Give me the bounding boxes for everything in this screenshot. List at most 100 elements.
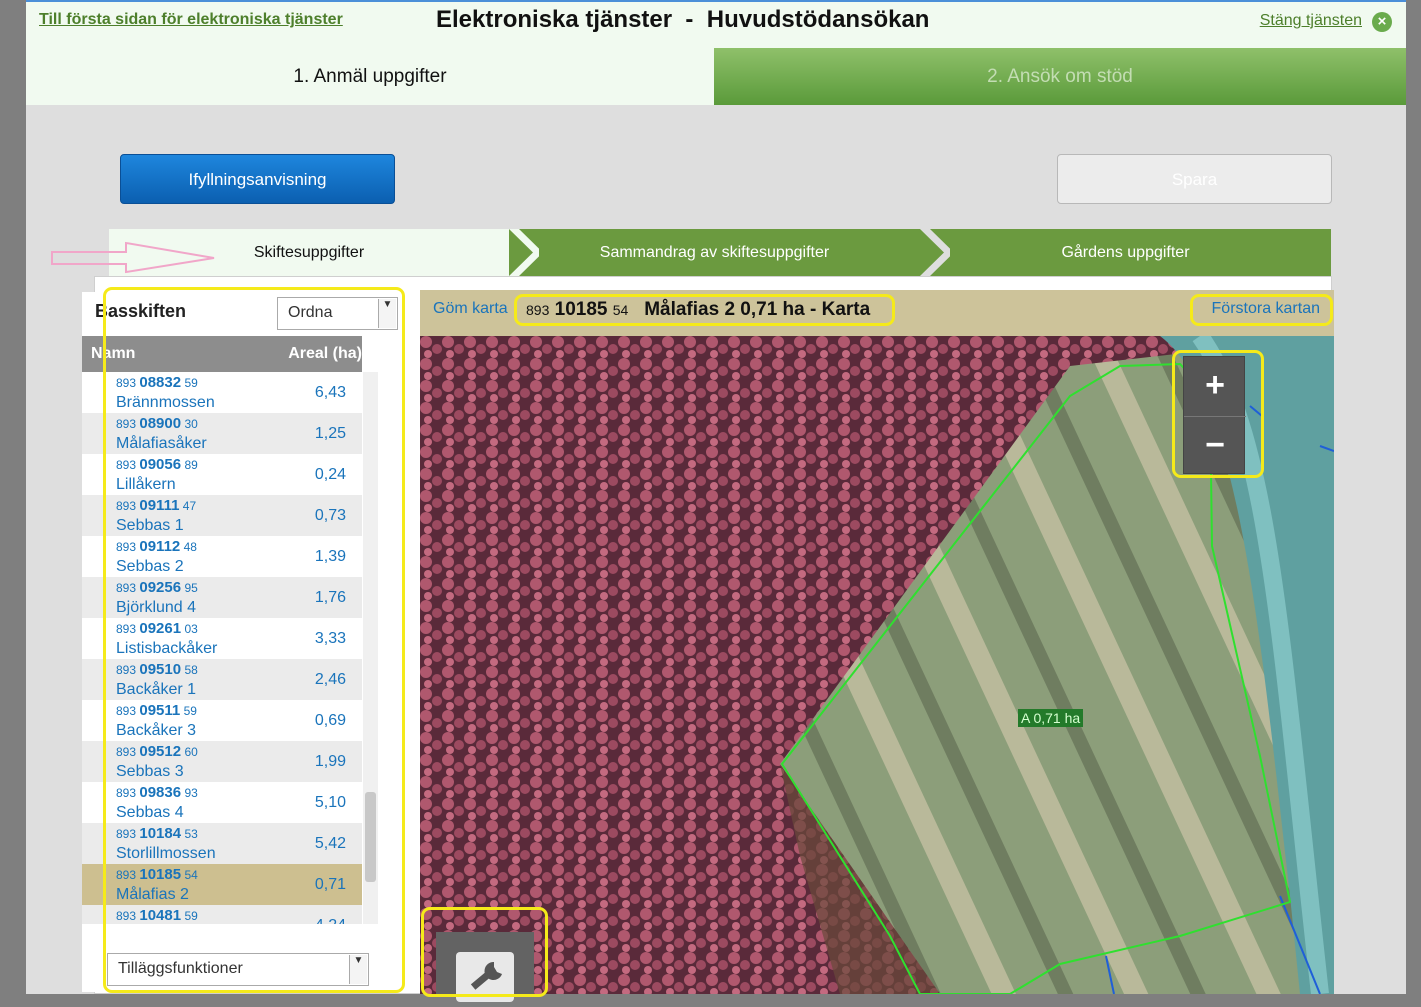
zoom-out-button[interactable]: − xyxy=(1184,416,1246,474)
parcel-id-suffix: 03 xyxy=(184,622,198,636)
parcel-name: Backåker 3 xyxy=(116,722,197,739)
pink-outline-arrow-icon xyxy=(51,241,215,274)
tab-parcel-summary[interactable]: Sammandrag av skiftesuppgifter xyxy=(509,229,920,276)
close-icon[interactable]: × xyxy=(1372,12,1392,32)
sort-select-value: Ordna xyxy=(288,304,333,321)
parcel-id-suffix: 89 xyxy=(184,458,198,472)
hide-map-link[interactable]: Göm karta xyxy=(433,300,508,318)
parcel-row[interactable]: 893 09511 59 Backåker 3 0,69 xyxy=(82,700,362,741)
parcel-row[interactable]: 893 08832 59 Brännmossen 6,43 xyxy=(82,372,362,413)
parcel-id-number: 10185 xyxy=(139,866,182,883)
chevron-down-icon[interactable]: ▼ xyxy=(349,955,367,984)
tab-chevron-icon xyxy=(509,229,539,276)
parcel-id-suffix: 59 xyxy=(183,704,197,718)
wrench-icon xyxy=(470,961,502,990)
parcel-area: 0,71 xyxy=(314,876,346,893)
chevron-down-icon[interactable]: ▼ xyxy=(378,299,396,328)
home-link[interactable]: Till första sidan för elektroniska tjäns… xyxy=(39,11,343,29)
column-name[interactable]: Namn xyxy=(91,345,135,363)
parcel-row[interactable]: 893 09112 48 Sebbas 2 1,39 xyxy=(82,536,362,577)
parcel-row[interactable]: 893 09512 60 Sebbas 3 1,99 xyxy=(82,741,362,782)
scrollbar-thumb[interactable] xyxy=(365,792,376,882)
parcel-name: Sebbas 2 xyxy=(116,558,184,575)
zoom-in-button[interactable]: + xyxy=(1184,357,1246,415)
parcel-id: 893 09111 47 xyxy=(116,497,196,514)
parcel-area: 5,10 xyxy=(314,794,346,811)
parcel-name: Målafiasåker xyxy=(116,435,207,452)
parcel-area: 1,39 xyxy=(314,548,346,565)
parcel-id: 893 08832 59 xyxy=(116,374,198,391)
parcel-list: 893 08832 59 Brännmossen 6,43 893 08900 30 M… xyxy=(82,372,362,924)
zoom-control: + − xyxy=(1183,356,1246,474)
parcel-id-prefix: 893 xyxy=(116,376,137,390)
parcel-id: 893 08900 30 xyxy=(116,415,198,432)
parcel-name: Sebbas 1 xyxy=(116,517,184,534)
parcel-id: 893 09512 60 xyxy=(116,743,198,760)
save-button[interactable]: Spara xyxy=(1057,154,1332,204)
parcel-id-prefix: 893 xyxy=(116,499,137,513)
parcel-row[interactable]: 893 10481 59 4,24 xyxy=(82,905,362,924)
parcel-id-number: 09256 xyxy=(139,579,182,596)
step-1[interactable]: 1. Anmäl uppgifter xyxy=(26,48,714,105)
tab-chevron-icon xyxy=(920,229,950,276)
enlarge-map-link[interactable]: Förstora kartan xyxy=(1212,300,1320,318)
parcel-id-number: 09836 xyxy=(139,784,182,801)
map-title-number: 10185 xyxy=(554,299,608,320)
parcel-name: Backåker 1 xyxy=(116,681,197,698)
parcel-list-scrollbar[interactable] xyxy=(363,372,378,924)
parcel-id-number: 10481 xyxy=(139,907,182,924)
parcel-id: 893 10185 54 xyxy=(116,866,198,883)
parcel-id-suffix: 60 xyxy=(184,745,198,759)
map-header: Göm karta 893 10185 54 Målafias 2 0,71 h… xyxy=(420,290,1334,336)
parcel-id-suffix: 30 xyxy=(184,417,198,431)
parcel-row[interactable]: 893 10185 54 Målafias 2 0,71 xyxy=(82,864,362,905)
step-2[interactable]: 2. Ansök om stöd xyxy=(714,48,1406,105)
parcel-id-number: 08900 xyxy=(139,415,182,432)
parcel-id-prefix: 893 xyxy=(116,540,137,554)
parcel-id-suffix: 58 xyxy=(184,663,198,677)
parcel-id-number: 09512 xyxy=(139,743,182,760)
parcel-row[interactable]: 893 09836 93 Sebbas 4 5,10 xyxy=(82,782,362,823)
parcel-id-suffix: 53 xyxy=(184,827,198,841)
close-service-link[interactable]: Stäng tjänsten xyxy=(1260,12,1362,30)
parcel-id-number: 09056 xyxy=(139,456,182,473)
sort-select[interactable]: Ordna ▼ xyxy=(277,297,398,330)
parcel-area: 5,42 xyxy=(314,835,346,852)
parcel-row[interactable]: 893 09111 47 Sebbas 1 0,73 xyxy=(82,495,362,536)
parcel-id-prefix: 893 xyxy=(116,704,137,718)
map-title-text: Målafias 2 0,71 ha - Karta xyxy=(644,299,871,320)
parcel-id-number: 09111 xyxy=(139,497,180,514)
parcel-area: 1,99 xyxy=(314,753,346,770)
help-button[interactable]: Ifyllningsanvisning xyxy=(120,154,395,204)
tab-farm-info[interactable]: Gårdens uppgifter xyxy=(920,229,1331,276)
parcel-id: 893 09261 03 xyxy=(116,620,198,637)
parcel-id-suffix: 54 xyxy=(184,868,198,882)
parcel-list-header: Basskiften Ordna ▼ xyxy=(82,292,398,336)
parcel-row[interactable]: 893 09256 95 Björklund 4 1,76 xyxy=(82,577,362,618)
parcel-id-prefix: 893 xyxy=(116,458,137,472)
parcel-row[interactable]: 893 09056 89 Lillåkern 0,24 xyxy=(82,454,362,495)
parcel-id-suffix: 59 xyxy=(184,909,198,923)
map-tools-button[interactable] xyxy=(436,932,534,1002)
parcel-area: 4,24 xyxy=(315,917,346,924)
parcel-id-prefix: 893 xyxy=(116,868,137,882)
parcel-id-suffix: 93 xyxy=(184,786,198,800)
parcel-row[interactable]: 893 09510 58 Backåker 1 2,46 xyxy=(82,659,362,700)
parcel-id-number: 09112 xyxy=(139,538,181,555)
parcel-name: Målafias 2 xyxy=(116,886,189,903)
parcel-id: 893 10481 59 xyxy=(116,907,198,924)
parcel-id-number: 08832 xyxy=(139,374,182,391)
extra-functions-select[interactable]: Tilläggsfunktioner ▼ xyxy=(107,953,369,986)
parcel-row[interactable]: 893 09261 03 Listisbackåker 3,33 xyxy=(82,618,362,659)
parcel-id: 893 09510 58 xyxy=(116,661,198,678)
parcel-id-prefix: 893 xyxy=(116,786,137,800)
tab-bar: Skiftesuppgifter Sammandrag av skiftesup… xyxy=(109,229,1331,276)
parcel-id-prefix: 893 xyxy=(116,622,137,636)
parcel-id-prefix: 893 xyxy=(116,909,137,923)
map-title-prefix: 893 xyxy=(526,302,550,318)
parcel-area: 1,25 xyxy=(314,425,346,442)
parcel-row[interactable]: 893 10184 53 Storlillmossen 5,42 xyxy=(82,823,362,864)
parcel-row[interactable]: 893 08900 30 Målafiasåker 1,25 xyxy=(82,413,362,454)
parcel-name: Brännmossen xyxy=(116,394,215,411)
column-area[interactable]: Areal (ha) xyxy=(288,345,362,363)
